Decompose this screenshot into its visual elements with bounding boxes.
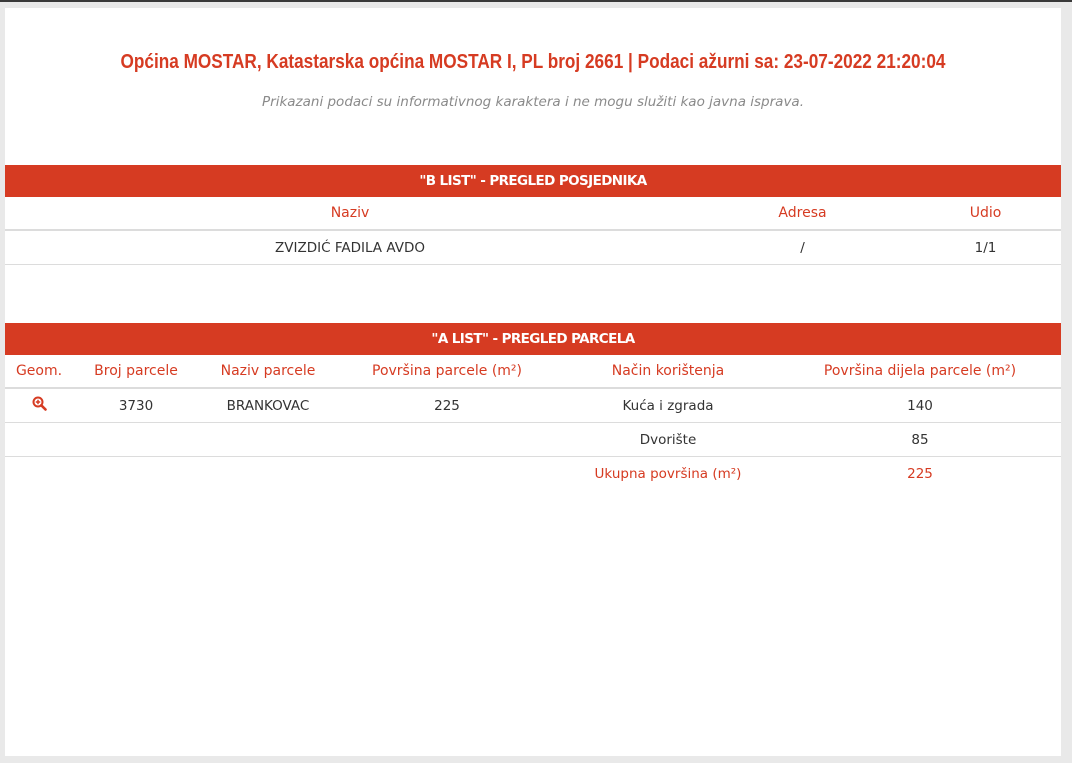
b-list-header: "B LIST" - PREGLED POSJEDNIKA bbox=[5, 165, 1061, 197]
total-row: Ukupna površina (m²) 225 bbox=[5, 457, 1061, 491]
owner-share: 1/1 bbox=[910, 230, 1061, 265]
total-area-value: 225 bbox=[907, 465, 933, 482]
owner-address: / bbox=[695, 230, 910, 265]
owner-name: ZVIZDIĆ FADILA AVDO bbox=[5, 230, 695, 265]
table-header-row: Naziv Adresa Udio bbox=[5, 197, 1061, 231]
part-area: 85 bbox=[779, 422, 1061, 457]
usage-type: Kuća i zgrada bbox=[557, 388, 779, 423]
a-list-table: Geom. Broj parcele Naziv parcele Površin… bbox=[5, 355, 1061, 490]
table-header-row: Geom. Broj parcele Naziv parcele Površin… bbox=[5, 355, 1061, 389]
page-title: Općina MOSTAR, Katastarska općina MOSTAR… bbox=[120, 51, 946, 73]
geom-cell bbox=[5, 388, 73, 423]
column-header-udio: Udio bbox=[910, 197, 1061, 231]
column-header-povrsina-dijela: Površina dijela parcele (m²) bbox=[779, 355, 1061, 389]
content-panel: Općina MOSTAR, Katastarska općina MOSTAR… bbox=[5, 8, 1061, 756]
usage-type: Dvorište bbox=[557, 422, 779, 457]
disclaimer-text: Prikazani podaci su informativnog karakt… bbox=[262, 94, 804, 110]
b-list-table: Naziv Adresa Udio ZVIZDIĆ FADILA AVDO / … bbox=[5, 197, 1061, 265]
zoom-in-icon[interactable] bbox=[32, 396, 47, 415]
column-header-broj-parcele: Broj parcele bbox=[73, 355, 199, 389]
window-top-border bbox=[0, 0, 1072, 2]
parcel-name: BRANKOVAC bbox=[199, 388, 337, 423]
column-header-adresa: Adresa bbox=[695, 197, 910, 231]
column-header-nacin-koristenja: Način korištenja bbox=[557, 355, 779, 389]
table-row: ZVIZDIĆ FADILA AVDO / 1/1 bbox=[5, 230, 1061, 265]
parcel-number: 3730 bbox=[73, 388, 199, 423]
column-header-povrsina-parcele: Površina parcele (m²) bbox=[337, 355, 557, 389]
column-header-naziv: Naziv bbox=[5, 197, 695, 231]
a-list-header: "A LIST" - PREGLED PARCELA bbox=[5, 323, 1061, 355]
column-header-geom: Geom. bbox=[5, 355, 73, 389]
column-header-naziv-parcele: Naziv parcele bbox=[199, 355, 337, 389]
part-area: 140 bbox=[779, 388, 1061, 423]
total-area-label: Ukupna površina (m²) bbox=[594, 465, 742, 482]
table-row: Dvorište 85 bbox=[5, 422, 1061, 457]
parcel-area: 225 bbox=[337, 388, 557, 423]
table-row: 3730 BRANKOVAC 225 Kuća i zgrada 140 bbox=[5, 388, 1061, 423]
